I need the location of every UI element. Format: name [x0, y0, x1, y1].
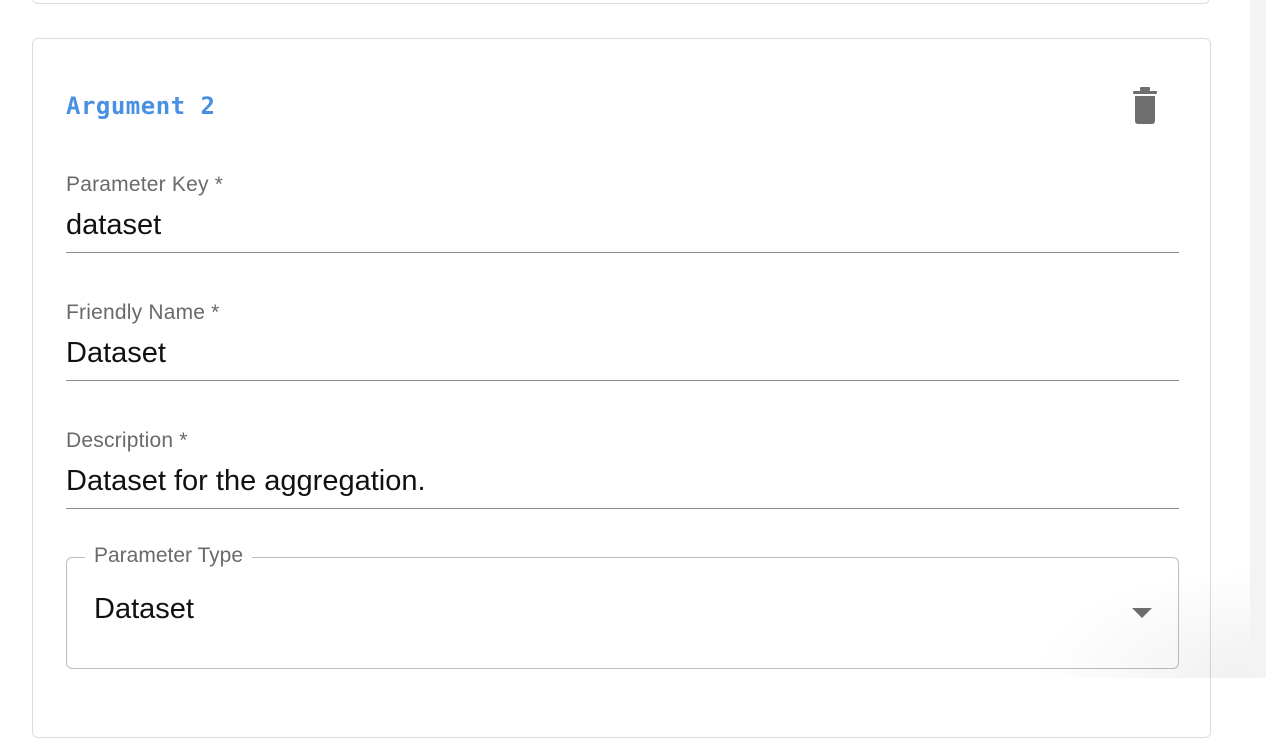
description-input[interactable]: [66, 453, 1179, 509]
parameter-key-label: Parameter Key *: [66, 173, 224, 196]
parameter-type-select[interactable]: Parameter Type Dataset: [66, 542, 1179, 669]
parameter-key-input[interactable]: [66, 197, 1179, 253]
friendly-name-label: Friendly Name *: [66, 301, 220, 324]
previous-argument-card: [32, 0, 1210, 4]
scrollbar-track[interactable]: [1250, 0, 1266, 678]
trash-icon: [1125, 85, 1165, 125]
parameter-key-field: Parameter Key *: [66, 173, 1179, 253]
delete-argument-button[interactable]: [1125, 85, 1165, 125]
description-field: Description *: [66, 429, 1179, 509]
argument-title: Argument 2: [66, 92, 216, 120]
description-label: Description *: [66, 429, 188, 452]
parameter-type-label: Parameter Type: [85, 542, 253, 570]
argument-card: Argument 2 Parameter Key * Friendly Name…: [32, 38, 1211, 738]
parameter-type-value: Dataset: [94, 593, 194, 625]
friendly-name-field: Friendly Name *: [66, 301, 1179, 381]
chevron-down-icon: [1132, 608, 1152, 618]
friendly-name-input[interactable]: [66, 325, 1179, 381]
